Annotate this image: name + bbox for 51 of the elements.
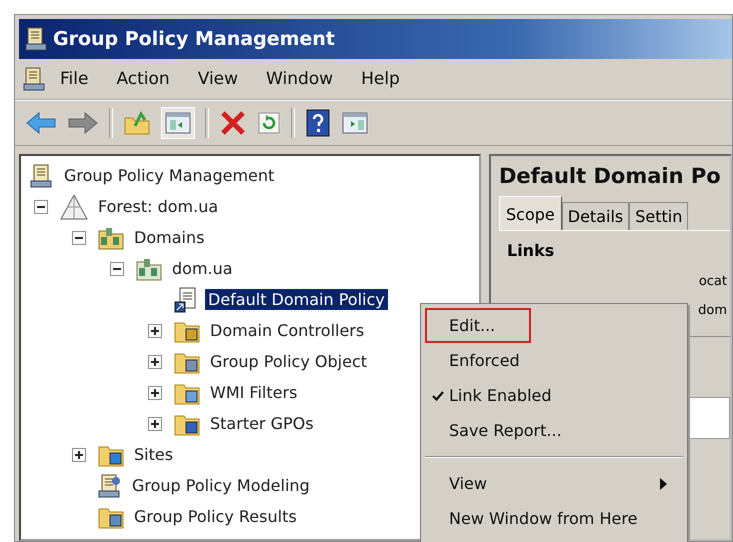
menu-item[interactable]: Window — [253, 65, 346, 93]
back-arrow-icon[interactable] — [25, 110, 57, 136]
menu-option[interactable]: New Window from Here — [425, 501, 681, 536]
menu-option[interactable]: Edit... — [425, 308, 531, 343]
triangle-icon — [59, 192, 89, 220]
tab[interactable]: Settin — [629, 202, 688, 230]
menu-option[interactable]: Save Report... — [425, 413, 681, 448]
tree-item[interactable]: Group Policy Results — [131, 506, 300, 527]
pane-toggle-button[interactable] — [161, 107, 195, 139]
expander[interactable] — [148, 324, 162, 338]
forward-arrow-icon[interactable] — [67, 110, 99, 136]
expander[interactable] — [72, 448, 86, 462]
tree-item[interactable]: Starter GPOs — [207, 413, 317, 434]
expander[interactable] — [34, 200, 48, 214]
section-heading: Links — [507, 241, 556, 260]
expander[interactable] — [110, 262, 124, 276]
help-icon[interactable] — [305, 109, 331, 137]
tree-item[interactable]: Domain Controllers — [207, 320, 368, 341]
menu-item[interactable]: View — [184, 65, 252, 93]
tab[interactable]: Details — [562, 202, 630, 230]
menu-option[interactable]: Link Enabled — [425, 378, 681, 413]
menu-item[interactable]: Help — [348, 65, 413, 93]
tree-item[interactable]: Domains — [131, 227, 208, 248]
delete-x-icon[interactable] — [219, 110, 247, 136]
tree-item[interactable]: Forest: dom.ua — [95, 196, 222, 217]
scroll-icon — [97, 472, 123, 498]
description-text: ocat — [698, 274, 727, 289]
scroll-icon[interactable] — [23, 67, 45, 91]
window-icon[interactable] — [341, 110, 369, 136]
tree-item[interactable]: Group Policy Modeling — [129, 475, 313, 496]
menu-option[interactable]: View — [425, 466, 681, 501]
description-text: dom — [698, 303, 727, 318]
expander[interactable] — [148, 416, 162, 430]
tree-item[interactable]: Group Policy Object — [207, 351, 370, 372]
window-icon — [165, 111, 191, 135]
tree-item[interactable]: Default Domain Policy — [205, 289, 388, 310]
expander[interactable] — [72, 230, 86, 244]
scroll-icon — [25, 27, 47, 51]
window-title: Group Policy Management — [53, 28, 335, 50]
refresh-icon[interactable] — [257, 110, 281, 136]
tree-item[interactable]: dom.ua — [169, 258, 236, 279]
menu-item[interactable]: File — [47, 65, 102, 93]
tree-item[interactable]: WMI Filters — [207, 382, 300, 403]
tree-item[interactable]: Group Policy Management — [61, 165, 278, 186]
tree-item[interactable]: Sites — [131, 444, 176, 465]
tab[interactable]: Scope — [499, 196, 562, 230]
menu-option[interactable]: Enforced — [425, 343, 681, 378]
pane-title: Default Domain Po — [499, 164, 722, 188]
expander[interactable] — [148, 386, 162, 400]
expander[interactable] — [148, 354, 162, 368]
menu-item[interactable]: Action — [103, 65, 183, 93]
